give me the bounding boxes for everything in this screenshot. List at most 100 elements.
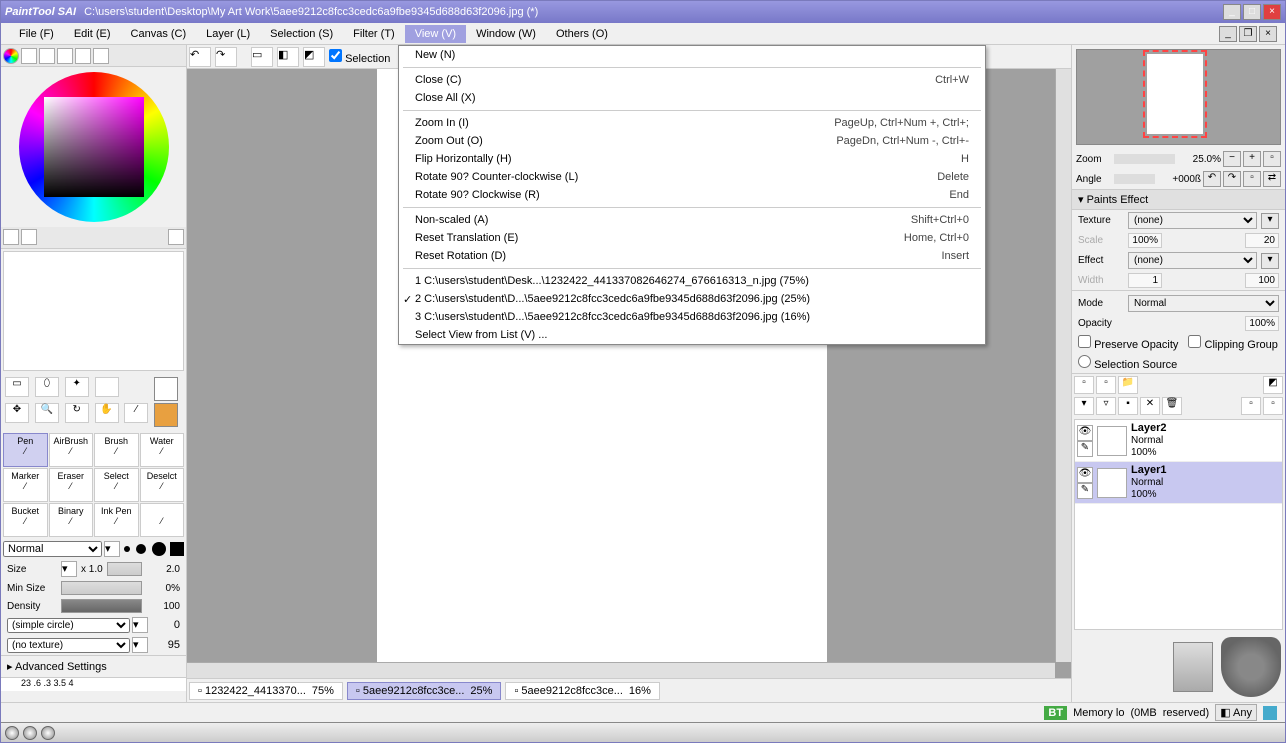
invert-sel-button[interactable]: ◧ <box>277 47 299 67</box>
bg-swatch[interactable] <box>154 403 178 427</box>
menu-item[interactable]: Reset Rotation (D)Insert <box>399 247 985 265</box>
task-orb-1[interactable] <box>5 726 19 740</box>
trash-icon[interactable] <box>1221 637 1281 697</box>
brush-deselct[interactable]: Deselct⁄ <box>140 468 185 502</box>
rgb-slider-icon[interactable] <box>21 48 37 64</box>
clear-layer-button[interactable]: ✕ <box>1140 397 1160 415</box>
menu-item[interactable]: 3 C:\users\student\D...\5aee9212c8fcc3ce… <box>399 308 985 326</box>
clipping-group-checkbox[interactable]: Clipping Group <box>1188 335 1277 351</box>
zoom-in-button[interactable]: + <box>1243 151 1261 167</box>
effect-menu-icon[interactable]: ▾ <box>1261 253 1279 269</box>
hand-icon[interactable]: ✋ <box>95 403 119 423</box>
palette-tab-2-icon[interactable] <box>21 229 37 245</box>
menu-item[interactable]: Rotate 90? Clockwise (R)End <box>399 186 985 204</box>
minsize-slider[interactable] <box>61 581 142 595</box>
layer-row[interactable]: 👁✎Layer1Normal100% <box>1075 462 1282 504</box>
size-slider[interactable] <box>107 562 142 576</box>
flip-button[interactable]: ⇄ <box>1263 171 1281 187</box>
brush-tip-3-icon[interactable] <box>152 542 166 556</box>
brush-water[interactable]: Water⁄ <box>140 433 185 467</box>
brush-eraser[interactable]: Eraser⁄ <box>49 468 94 502</box>
texture-select[interactable]: (none) <box>1128 212 1257 229</box>
new-folder-button[interactable]: 📁 <box>1118 376 1138 394</box>
maximize-button[interactable]: □ <box>1243 4 1261 20</box>
menu-window[interactable]: Window (W) <box>466 25 546 43</box>
doc-tab[interactable]: ▫ 1232422_4413370...75% <box>189 682 343 700</box>
zoom-icon[interactable]: 🔍 <box>35 403 59 423</box>
brush-ink pen[interactable]: Ink Pen⁄ <box>94 503 139 537</box>
size-opts-icon[interactable]: ▾ <box>61 561 77 577</box>
fg-swatch[interactable] <box>154 377 178 401</box>
rotate-ccw-button[interactable]: ↶ <box>1203 171 1221 187</box>
layer-mask-button[interactable]: ◩ <box>1263 376 1283 394</box>
brush-shape-select[interactable]: (simple circle) <box>7 618 130 633</box>
gray-slider-icon[interactable] <box>57 48 73 64</box>
brush-airbrush[interactable]: AirBrush⁄ <box>49 433 94 467</box>
menu-item[interactable]: 2 C:\users\student\D...\5aee9212c8fcc3ce… <box>399 290 985 308</box>
move-icon[interactable]: ✥ <box>5 403 29 423</box>
zoom-out-button[interactable]: − <box>1223 151 1241 167</box>
menu-selection[interactable]: Selection (S) <box>260 25 343 43</box>
layer-row[interactable]: 👁✎Layer2Normal100% <box>1075 420 1282 462</box>
palette-area[interactable] <box>3 251 184 371</box>
close-button[interactable]: × <box>1263 4 1281 20</box>
undo-button[interactable]: ↶ <box>189 47 211 67</box>
brush-tip-1-icon[interactable] <box>124 546 130 552</box>
layer-opts-2-button[interactable]: ▫ <box>1263 397 1283 415</box>
corner-icon[interactable] <box>1263 706 1277 720</box>
brush-empty[interactable]: ⁄ <box>140 503 185 537</box>
layer-mode-select[interactable]: Normal <box>1128 295 1279 312</box>
menu-item[interactable]: Rotate 90? Counter-clockwise (L)Delete <box>399 168 985 186</box>
selection-source-radio[interactable]: Selection Source <box>1078 355 1177 371</box>
menu-layer[interactable]: Layer (L) <box>196 25 260 43</box>
brush-binary[interactable]: Binary⁄ <box>49 503 94 537</box>
rotate-cw-button[interactable]: ↷ <box>1223 171 1241 187</box>
menu-item[interactable]: Close All (X) <box>399 89 985 107</box>
texture-opts-icon[interactable]: ▾ <box>132 637 148 653</box>
doc-tab[interactable]: ▫ 5aee9212c8fcc3ce...16% <box>505 682 660 700</box>
flatten-button[interactable]: ▪ <box>1118 397 1138 415</box>
task-orb-2[interactable] <box>23 726 37 740</box>
new-layer-button[interactable]: ▫ <box>1074 376 1094 394</box>
brush-marker[interactable]: Marker⁄ <box>3 468 48 502</box>
brush-bucket[interactable]: Bucket⁄ <box>3 503 48 537</box>
brush-tip-4-icon[interactable] <box>170 542 184 556</box>
menu-edit[interactable]: Edit (E) <box>64 25 121 43</box>
menu-item[interactable]: Reset Translation (E)Home, Ctrl+0 <box>399 229 985 247</box>
menu-item[interactable]: Flip Horizontally (H)H <box>399 150 985 168</box>
menu-canvas[interactable]: Canvas (C) <box>121 25 197 43</box>
brush-tip-2-icon[interactable] <box>136 544 146 554</box>
hsv-slider-icon[interactable] <box>39 48 55 64</box>
menu-item[interactable]: Zoom In (I)PageUp, Ctrl+Num +, Ctrl+; <box>399 114 985 132</box>
menu-item[interactable]: 1 C:\users\student\Desk...\1232422_44133… <box>399 272 985 290</box>
brush-pen[interactable]: Pen⁄ <box>3 433 48 467</box>
blend-mode-select[interactable]: Normal <box>3 541 102 557</box>
redo-button[interactable]: ↷ <box>215 47 237 67</box>
tool-blank-1[interactable] <box>95 377 119 397</box>
scratchpad-icon[interactable] <box>93 48 109 64</box>
doc-restore-button[interactable]: ❐ <box>1239 26 1257 42</box>
swatches-icon[interactable] <box>75 48 91 64</box>
minimize-button[interactable]: _ <box>1223 4 1241 20</box>
color-wheel[interactable] <box>1 67 186 227</box>
angle-slider[interactable] <box>1114 174 1155 184</box>
paints-effect-header[interactable]: ▾ Paints Effect <box>1072 189 1285 210</box>
visibility-icon[interactable]: 👁 <box>1077 467 1093 483</box>
shape-opts-icon[interactable]: ▾ <box>132 617 148 633</box>
doc-minimize-button[interactable]: _ <box>1219 26 1237 42</box>
brush-brush[interactable]: Brush⁄ <box>94 433 139 467</box>
texture-menu-icon[interactable]: ▾ <box>1261 213 1279 229</box>
scrollbar-horizontal[interactable] <box>187 662 1055 678</box>
menu-others[interactable]: Others (O) <box>546 25 618 43</box>
lasso-icon[interactable]: ⬯ <box>35 377 59 397</box>
zoom-slider[interactable] <box>1114 154 1175 164</box>
color-wheel-icon[interactable] <box>3 48 19 64</box>
new-linework-button[interactable]: ▫ <box>1096 376 1116 394</box>
palette-menu-icon[interactable] <box>168 229 184 245</box>
palette-tab-1-icon[interactable] <box>3 229 19 245</box>
doc-tab[interactable]: ▫ 5aee9212c8fcc3ce...25% <box>347 682 502 700</box>
rect-select-icon[interactable]: ▭ <box>5 377 29 397</box>
zoom-reset-button[interactable]: ▫ <box>1263 151 1281 167</box>
advanced-settings-toggle[interactable]: ▸ Advanced Settings <box>1 655 186 677</box>
menu-item[interactable]: Non-scaled (A)Shift+Ctrl+0 <box>399 211 985 229</box>
